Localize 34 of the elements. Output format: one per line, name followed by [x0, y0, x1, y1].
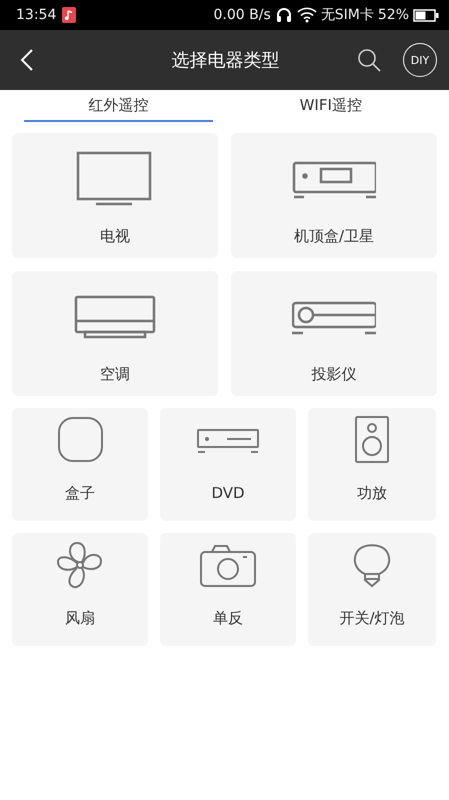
device-label: 盒子 [65, 484, 95, 503]
wifi-icon [296, 7, 317, 23]
device-card[interactable]: 机顶盒/卫星 [231, 133, 437, 258]
device-label: DVD [211, 484, 245, 502]
device-card[interactable]: 投影仪 [231, 271, 437, 396]
tab[interactable]: 红外遥控 [24, 90, 212, 122]
device-card[interactable]: 空调 [12, 271, 218, 396]
device-label: 开关/灯泡 [339, 609, 405, 628]
headset-icon [274, 6, 293, 24]
device-card[interactable]: 电视 [12, 133, 218, 258]
device-card[interactable]: 单反 [160, 533, 296, 646]
device-label: 单反 [213, 609, 243, 628]
device-label: 风扇 [65, 609, 95, 628]
device-card[interactable]: 盒子 [12, 408, 148, 521]
device-card[interactable]: DVD [160, 408, 296, 521]
device-card[interactable]: 风扇 [12, 533, 148, 646]
battery-percent: 52% [378, 7, 409, 23]
music-app-icon [62, 7, 76, 23]
battery-icon [413, 8, 439, 22]
device-label: 功放 [357, 484, 387, 503]
device-card[interactable]: 开关/灯泡 [308, 533, 436, 646]
tab[interactable]: WIFI遥控 [236, 90, 425, 122]
device-label: 电视 [100, 227, 130, 246]
network-speed: 0.00 B/s [214, 7, 271, 23]
status-time: 13:54 [16, 7, 56, 23]
device-card[interactable]: 功放 [308, 408, 436, 521]
device-label: 空调 [100, 365, 130, 384]
page-title: 选择电器类型 [170, 49, 280, 72]
search-button[interactable] [357, 48, 381, 72]
sim-status: 无SIM卡 [320, 6, 374, 24]
back-button[interactable] [20, 48, 34, 72]
diy-button[interactable]: DIY [403, 43, 437, 77]
device-label: 投影仪 [312, 365, 356, 384]
device-label: 机顶盒/卫星 [294, 227, 374, 246]
